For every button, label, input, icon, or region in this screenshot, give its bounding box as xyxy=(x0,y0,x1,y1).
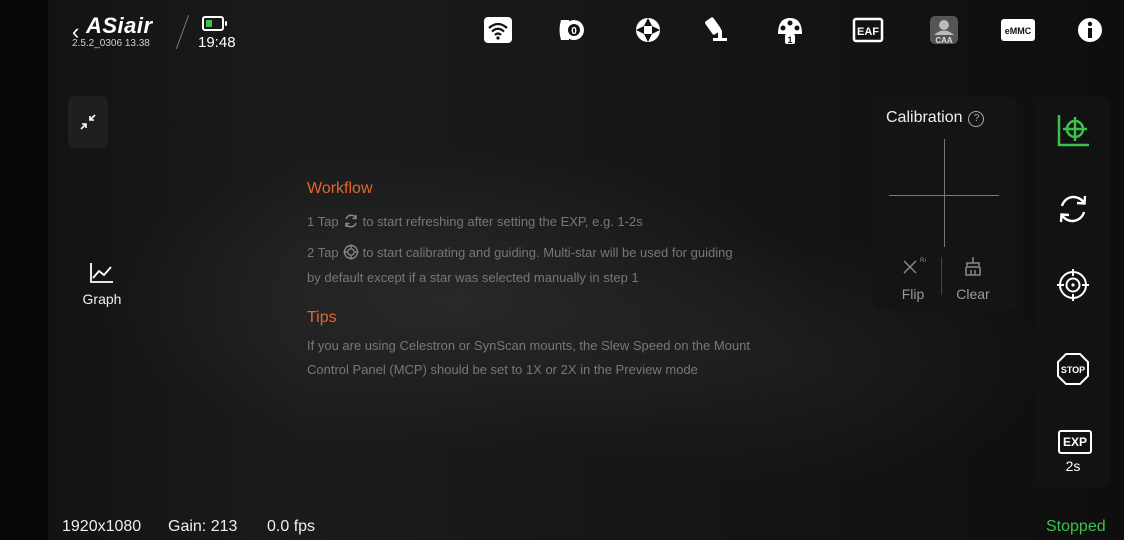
stop-octagon-icon: STOP xyxy=(1057,353,1089,385)
tips-line-1: If you are using Celestron or SynScan mo… xyxy=(307,338,750,353)
resolution-readout: 1920x1080 xyxy=(62,518,142,535)
tips-heading: Tips xyxy=(307,309,337,326)
gain-readout: Gain: 213 xyxy=(168,518,238,535)
left-edge xyxy=(0,0,48,540)
graph-button[interactable]: Graph xyxy=(78,262,126,322)
target-icon xyxy=(1057,269,1089,301)
exposure-button[interactable]: EXP xyxy=(1058,430,1092,454)
filter-number: 1 xyxy=(787,35,792,45)
caa-label: CAA xyxy=(935,36,953,45)
filter-wheel-icon[interactable]: 1 xyxy=(772,14,808,46)
exposure-value: 2s xyxy=(1065,458,1081,474)
battery-icon xyxy=(202,16,227,31)
graph-label: Graph xyxy=(82,291,122,307)
guide-screen: ‹ ASiair 2.5.2_0306 13.38 19:48 0 1 EAF … xyxy=(0,0,1124,540)
flip-label: Flip xyxy=(901,286,925,302)
start-guiding-button[interactable] xyxy=(1053,265,1093,305)
collapse-button[interactable] xyxy=(68,96,108,148)
step2-prefix: 2 Tap xyxy=(307,244,339,260)
eaf-label: EAF xyxy=(857,26,879,38)
wifi-icon[interactable] xyxy=(480,14,516,46)
calibration-axis-horizontal xyxy=(889,195,999,196)
caa-icon[interactable]: CAA xyxy=(926,14,962,46)
svg-text:0: 0 xyxy=(571,26,577,37)
divider xyxy=(175,14,190,50)
clear-button[interactable]: Clear xyxy=(951,255,995,302)
calibration-divider xyxy=(941,257,942,295)
fps-readout: 0.0 fps xyxy=(267,518,316,535)
eaf-icon[interactable]: EAF xyxy=(850,14,886,46)
version-text: 2.5.2_0306 13.38 xyxy=(72,38,150,49)
workflow-step-1: 1 Tap to start refreshing after setting t… xyxy=(307,213,643,232)
stop-label: STOP xyxy=(1061,365,1085,375)
graph-icon xyxy=(90,263,113,283)
camera-icon[interactable]: 0 xyxy=(554,14,590,46)
guide-mode-button[interactable] xyxy=(1053,111,1093,151)
flip-button[interactable]: RA Flip xyxy=(895,255,931,302)
refresh-icon xyxy=(343,213,359,232)
workflow-step-2-cont: by default except if a star was selected… xyxy=(307,270,639,285)
right-control-panel: STOP EXP 2s xyxy=(1035,97,1110,487)
flip-icon: RA xyxy=(903,258,928,274)
guide-state: Stopped xyxy=(1046,518,1106,535)
guide-mode-icon xyxy=(1057,115,1089,147)
collapse-arrows-icon xyxy=(80,114,96,130)
stop-button[interactable]: STOP xyxy=(1053,349,1093,389)
emmc-icon[interactable]: eMMC xyxy=(1000,14,1036,46)
step1-prefix: 1 Tap xyxy=(307,213,339,229)
help-icon[interactable]: ? xyxy=(968,111,985,127)
emmc-label: eMMC xyxy=(1005,26,1032,36)
refresh-loop-icon xyxy=(1059,195,1087,223)
calibration-title: Calibration? xyxy=(886,109,985,127)
calibration-axis-vertical xyxy=(944,139,945,247)
telescope-mount-icon[interactable] xyxy=(700,14,736,46)
workflow-heading: Workflow xyxy=(307,180,373,197)
calibration-panel: Calibration? RA Flip Clear xyxy=(873,97,1017,310)
step2-text: to start calibrating and guiding. Multi-… xyxy=(362,244,733,260)
guide-target-icon xyxy=(343,244,359,263)
workflow-step-2: 2 Tap to start calibrating and guiding. M… xyxy=(307,244,733,263)
broom-icon xyxy=(965,257,981,276)
guide-crosshair-icon[interactable] xyxy=(630,14,666,46)
app-logo: ASiair xyxy=(86,13,153,38)
clock: 19:48 xyxy=(198,34,236,51)
refresh-button[interactable] xyxy=(1053,189,1093,229)
clear-label: Clear xyxy=(956,286,990,302)
step1-text: to start refreshing after setting the EX… xyxy=(362,213,643,229)
tips-line-2: Control Panel (MCP) should be set to 1X … xyxy=(307,362,698,377)
calibration-title-text: Calibration xyxy=(886,109,963,126)
info-icon[interactable] xyxy=(1072,14,1108,46)
top-bar: ‹ ASiair 2.5.2_0306 13.38 19:48 0 1 EAF … xyxy=(48,0,1124,58)
flip-badge: RA xyxy=(920,258,926,264)
